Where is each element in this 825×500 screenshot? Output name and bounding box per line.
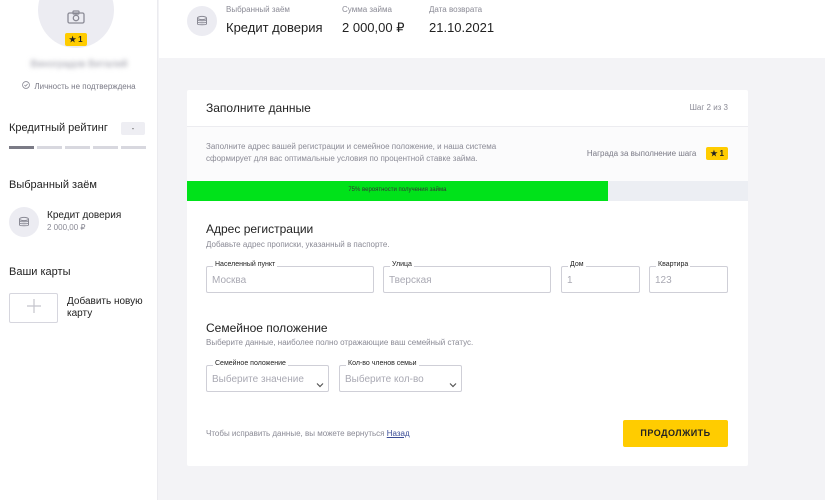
loan-amount: 2 000,00 ₽	[47, 223, 86, 232]
header-loan-label: Выбранный заём	[226, 5, 290, 14]
cards-title: Ваши карты	[9, 266, 71, 278]
house-input[interactable]: 1	[567, 275, 634, 286]
form-card-header: Заполните данные Шаг 2 из 3	[187, 90, 748, 127]
add-card-label[interactable]: Добавить новую карту	[67, 296, 147, 320]
header-date-value: 21.10.2021	[429, 20, 495, 35]
family-title: Семейное положение	[206, 321, 328, 335]
header-amount: Сумма займа 2 000,00 ₽	[342, 5, 405, 36]
street-label: Улица	[390, 261, 414, 268]
selected-loan-title: Выбранный заём	[9, 179, 97, 191]
header-date-label: Дата возврата	[429, 5, 483, 14]
rating-bar	[93, 146, 118, 149]
header-amount-label: Сумма займа	[342, 5, 392, 14]
continue-button[interactable]: ПРОДОЛЖИТЬ	[623, 420, 728, 447]
verification-text: Личность не подтверждена	[34, 81, 136, 91]
header-loan-value: Кредит доверия	[226, 20, 323, 35]
progress-text: 75% вероятности получения займа	[348, 187, 447, 193]
coins-icon	[187, 6, 217, 36]
flat-label: Квартира	[656, 261, 691, 268]
address-subtitle: Добавьте адрес прописки, указанный в пас…	[206, 240, 390, 249]
family-status-label: Семейное положение	[213, 360, 288, 367]
add-card-button[interactable]	[9, 293, 58, 323]
city-field[interactable]: Населенный пункт Москва	[206, 261, 374, 293]
fix-hint: Чтобы исправить данные, вы можете вернут…	[206, 429, 410, 438]
back-link[interactable]: Назад	[387, 429, 410, 438]
family-members-select[interactable]: Кол-во членов семьи Выберите кол-во	[339, 360, 462, 393]
star-icon: ★	[710, 149, 718, 158]
fix-hint-text: Чтобы исправить данные, вы можете вернут…	[206, 429, 385, 438]
family-members-label: Кол-во членов семьи	[346, 360, 419, 367]
coins-icon	[9, 207, 39, 237]
street-input[interactable]: Тверская	[389, 275, 545, 286]
user-name: Виноградов Виталий	[30, 59, 128, 70]
loan-name: Кредит доверия	[47, 210, 122, 221]
address-title: Адрес регистрации	[206, 222, 314, 236]
family-subtitle: Выберите данные, наиболее полно отражающ…	[206, 338, 474, 347]
plus-icon	[26, 298, 42, 319]
add-card[interactable]: Добавить новую карту	[9, 293, 147, 323]
credit-rating-value: -	[121, 122, 145, 135]
camera-icon	[67, 9, 85, 29]
form-step: Шаг 2 из 3	[689, 103, 728, 112]
city-label: Населенный пункт	[213, 261, 278, 268]
header-date: Дата возврата 21.10.2021	[429, 5, 494, 35]
chevron-down-icon	[449, 375, 457, 393]
credit-rating-title: Кредитный рейтинг	[9, 122, 108, 134]
house-label: Дом	[568, 261, 586, 268]
form-info-text: Заполните адрес вашей регистрации и семе…	[206, 142, 497, 163]
star-icon: ★	[69, 35, 77, 44]
form-card: Заполните данные Шаг 2 из 3 Заполните ад…	[187, 90, 748, 466]
reward-badge: ★ 1	[706, 147, 728, 160]
form-info: Заполните адрес вашей регистрации и семе…	[187, 127, 748, 181]
flat-field[interactable]: Квартира 123	[649, 261, 728, 293]
step-reward: Награда за выполнение шага ★ 1	[587, 147, 728, 160]
family-status-value: Выберите значение	[212, 374, 304, 385]
header-amount-value: 2 000,00 ₽	[342, 20, 405, 35]
rating-bar	[9, 146, 34, 149]
form-title: Заполните данные	[206, 101, 311, 115]
verification-status: Личность не подтверждена	[0, 81, 158, 91]
family-members-value: Выберите кол-во	[345, 374, 424, 385]
approval-progress-bar: 75% вероятности получения займа	[187, 181, 748, 201]
rating-bar	[121, 146, 146, 149]
reward-label: Награда за выполнение шага	[586, 149, 697, 158]
house-field[interactable]: Дом 1	[561, 261, 640, 293]
flat-input[interactable]: 123	[655, 275, 722, 286]
street-field[interactable]: Улица Тверская	[383, 261, 551, 293]
header-loan: Выбранный заём Кредит доверия	[226, 5, 323, 35]
chevron-down-icon	[316, 375, 324, 393]
sidebar: ★ 1 Виноградов Виталий Личность не подтве…	[0, 0, 158, 500]
city-input[interactable]: Москва	[212, 275, 368, 286]
rating-bar	[37, 146, 62, 149]
family-status-select[interactable]: Семейное положение Выберите значение	[206, 360, 329, 393]
level-badge: ★ 1	[65, 33, 87, 46]
rating-bar	[65, 146, 90, 149]
shield-check-icon	[22, 81, 31, 91]
credit-rating-bars	[9, 146, 146, 149]
loan-summary-header: Выбранный заём Кредит доверия Сумма займ…	[159, 0, 825, 58]
selected-loan[interactable]: Кредит доверия 2 000,00 ₽	[9, 206, 121, 237]
